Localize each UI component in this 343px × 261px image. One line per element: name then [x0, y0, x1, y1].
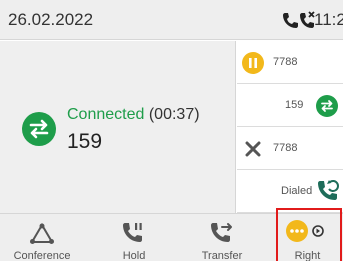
softkey-label: Conference: [13, 250, 71, 261]
call-status-label: Connected: [67, 106, 145, 123]
conference-icon: [30, 223, 54, 244]
close-icon: [245, 141, 261, 157]
call-number: 159: [67, 130, 103, 153]
call-list-number: 7788: [273, 142, 298, 154]
call-list-number: 159: [285, 99, 304, 111]
transfer-icon: [211, 223, 232, 242]
softkey-bar: Conference Hold Transfer Right: [0, 213, 343, 261]
call-duration: (00:37): [148, 106, 200, 123]
call-status: Connected (00:37): [67, 106, 200, 124]
play-icon: [312, 225, 324, 237]
call-transfer-icon: [316, 95, 338, 117]
hold-icon: [123, 223, 142, 242]
hold-softkey[interactable]: Hold: [92, 214, 176, 261]
status-bar: 26.02.2022 11:29: [0, 0, 343, 40]
active-call-panel[interactable]: Connected (00:37) 159: [0, 41, 236, 213]
softkey-label: Right: [294, 250, 321, 261]
right-softkey[interactable]: Right: [272, 214, 343, 261]
call-list-item-dialed[interactable]: Dialed: [237, 170, 343, 213]
call-list-label: Dialed: [281, 185, 313, 197]
pause-icon: [242, 52, 264, 74]
status-time: 11:29: [314, 10, 343, 29]
more-icon: [286, 220, 308, 242]
call-list-item-active[interactable]: 159: [237, 84, 343, 127]
conference-softkey[interactable]: Conference: [0, 214, 84, 261]
call-list-number: 7788: [273, 56, 298, 68]
redial-icon: [318, 180, 339, 200]
softkey-label: Transfer: [201, 250, 243, 261]
call-list: 7788 159 7788 Dialed: [237, 41, 343, 213]
call-list-item-ended[interactable]: 7788: [237, 127, 343, 170]
softkey-label: Hold: [122, 250, 146, 261]
call-list-item-held[interactable]: 7788: [237, 41, 343, 84]
transfer-softkey[interactable]: Transfer: [180, 214, 264, 261]
status-date: 26.02.2022: [8, 10, 94, 29]
call-transfer-icon: [22, 112, 56, 146]
